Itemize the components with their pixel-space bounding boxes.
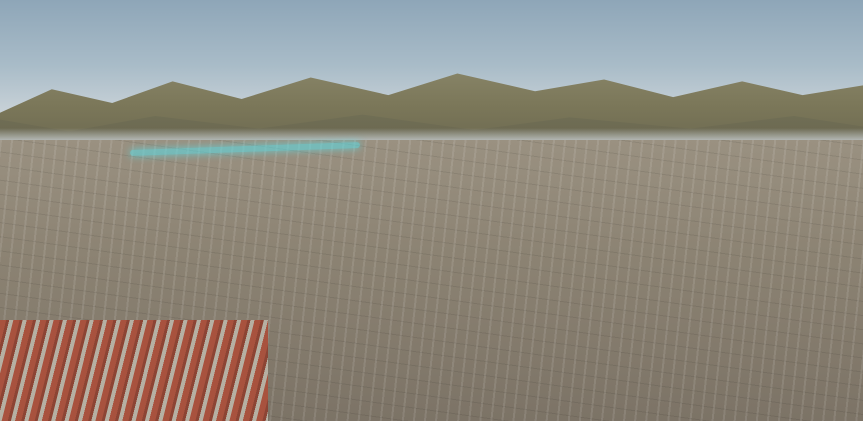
red-roof-district	[0, 320, 268, 421]
apartment-district	[545, 228, 863, 388]
map-viewport[interactable]: 飞燕遥感 三维生态环保一张图 站点信息 ✕ 呼和佳地定位查看详情内蒙古大学创业学…	[0, 0, 863, 421]
